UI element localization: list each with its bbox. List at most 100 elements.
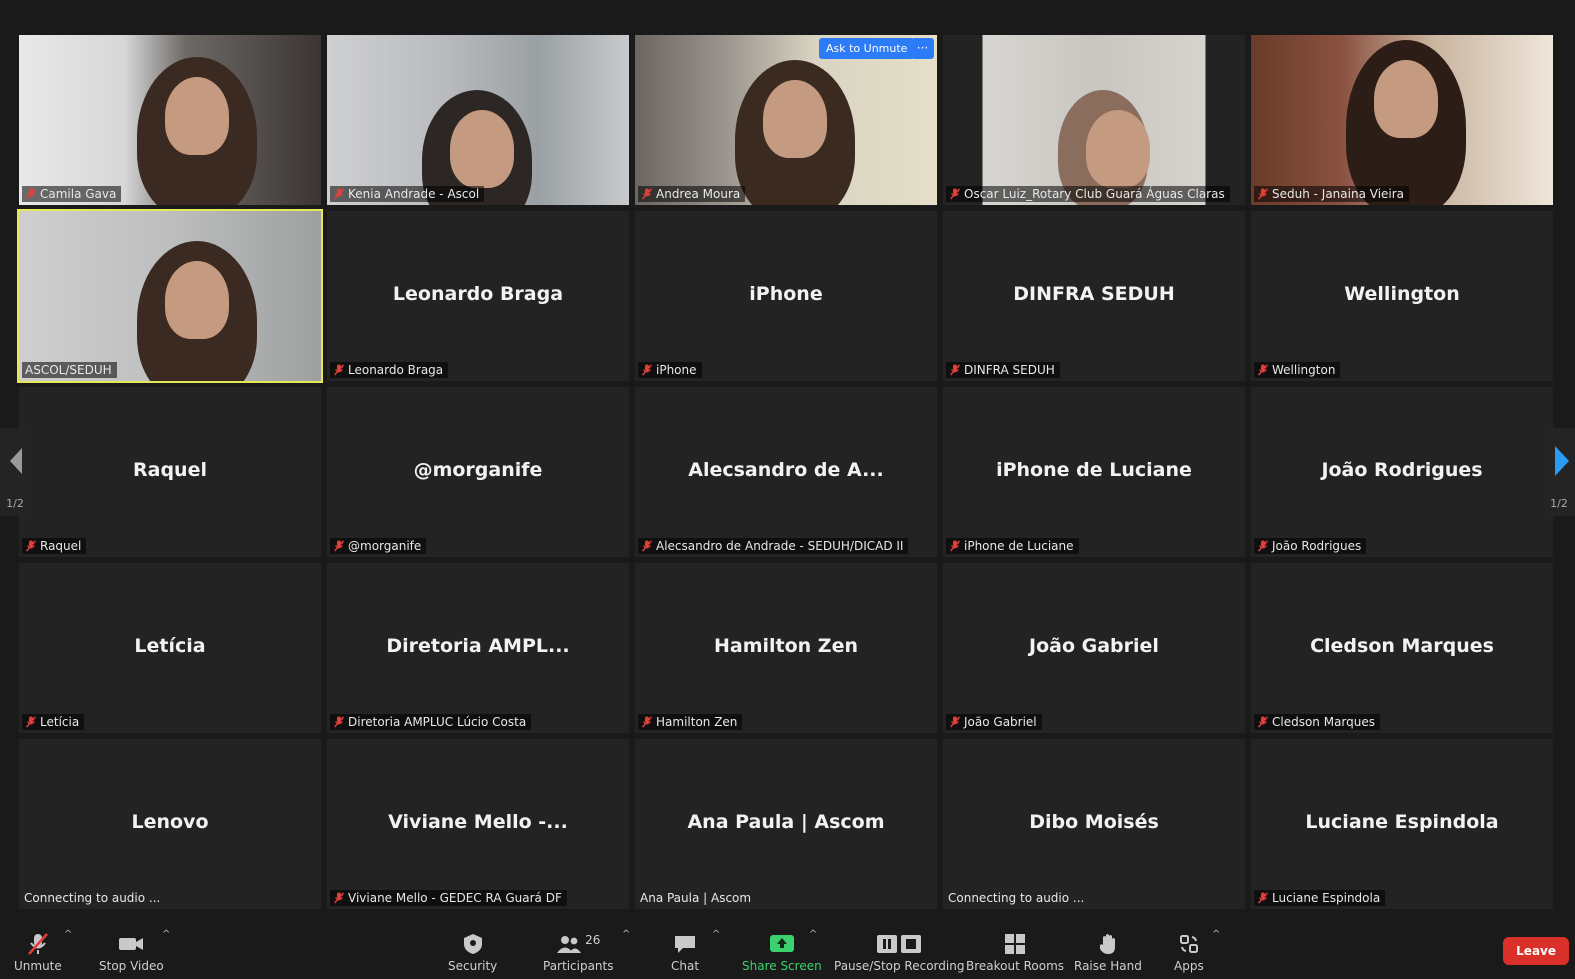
participant-name-label: Diretoria AMPLUC Lúcio Costa	[330, 714, 532, 730]
page-indicator-left: 1/2	[6, 497, 24, 510]
participant-name-label: @morganife	[330, 538, 427, 554]
participant-tile[interactable]: João Rodrigues João Rodrigues	[1251, 387, 1553, 557]
participant-name-text: Andrea Moura	[656, 187, 741, 201]
participant-name-label: Seduh - Janaina Vieira	[1254, 186, 1410, 202]
participant-name-text: ASCOL/SEDUH	[25, 363, 112, 377]
participant-display-name: iPhone	[749, 283, 823, 305]
mic-off-icon	[333, 188, 345, 200]
participants-count: 26	[585, 933, 601, 947]
unmute-button[interactable]: Unmute	[14, 933, 62, 973]
participant-name-label: Connecting to audio ...	[22, 890, 165, 906]
participant-face	[165, 77, 229, 155]
participant-tile[interactable]: João Gabriel João Gabriel	[943, 563, 1245, 733]
mic-off-icon	[641, 540, 653, 552]
participant-tile[interactable]: Dibo Moisés Connecting to audio ...	[943, 739, 1245, 909]
participant-name-label: Ana Paula | Ascom	[638, 890, 756, 906]
participants-options-caret[interactable]: ^	[622, 929, 630, 940]
breakout-rooms-button[interactable]: Breakout Rooms	[966, 933, 1064, 973]
participant-name-text: Hamilton Zen	[656, 715, 738, 729]
ask-to-unmute-button[interactable]: Ask to Unmute	[819, 38, 915, 59]
video-options-caret[interactable]: ^	[162, 929, 170, 940]
unmute-label: Unmute	[14, 959, 62, 973]
more-options-button[interactable]: ···	[911, 38, 934, 59]
shield-icon	[463, 934, 482, 954]
participant-name-text: João Gabriel	[964, 715, 1037, 729]
participant-tile[interactable]: Viviane Mello -... Viviane Mello - GEDEC …	[327, 739, 629, 909]
participant-name-label: Viviane Mello - GEDEC RA Guará DF	[330, 890, 567, 906]
participant-tile[interactable]: Raquel Raquel	[19, 387, 321, 557]
participants-button[interactable]: 26 Participants	[543, 933, 614, 973]
participant-tile[interactable]: Luciane Espindola Luciane Espindola	[1251, 739, 1553, 909]
participant-video-tile[interactable]: Camila Gava	[19, 35, 321, 205]
participant-name-text: Wellington	[1272, 363, 1336, 377]
video-feed	[1251, 35, 1553, 205]
share-options-caret[interactable]: ^	[809, 929, 817, 940]
participant-name-label: João Rodrigues	[1254, 538, 1367, 554]
participant-tile[interactable]: Ana Paula | Ascom Ana Paula | Ascom	[635, 739, 937, 909]
raise-hand-button[interactable]: Raise Hand	[1074, 933, 1142, 973]
raise-hand-label: Raise Hand	[1074, 959, 1142, 973]
participant-name-text: Alecsandro de Andrade - SEDUH/DICAD II	[656, 539, 904, 553]
participant-tile[interactable]: iPhone iPhone	[635, 211, 937, 381]
mic-off-icon	[25, 716, 37, 728]
security-label: Security	[448, 959, 498, 973]
people-icon	[557, 936, 582, 953]
participant-name-text: Leonardo Braga	[348, 363, 444, 377]
participant-tile[interactable]: Wellington Wellington	[1251, 211, 1553, 381]
mic-off-icon	[1257, 540, 1269, 552]
participant-name-text: Camila Gava	[40, 187, 117, 201]
next-page-button[interactable]: 1/2	[1543, 428, 1575, 516]
participant-name-text: @morganife	[348, 539, 422, 553]
participant-tile[interactable]: DINFRA SEDUH DINFRA SEDUH	[943, 211, 1245, 381]
prev-page-button[interactable]: 1/2	[0, 428, 30, 516]
chat-options-caret[interactable]: ^	[712, 929, 720, 940]
unmute-options-caret[interactable]: ^	[64, 929, 72, 940]
apps-button[interactable]: Apps	[1174, 933, 1204, 973]
participant-video-tile[interactable]: Kenia Andrade - Ascol	[327, 35, 629, 205]
participant-tile[interactable]: Alecsandro de A... Alecsandro de Andrade …	[635, 387, 937, 557]
mic-off-icon	[1257, 364, 1269, 376]
stop-video-button[interactable]: Stop Video	[99, 933, 164, 973]
participant-tile[interactable]: Hamilton Zen Hamilton Zen	[635, 563, 937, 733]
breakout-rooms-label: Breakout Rooms	[966, 959, 1065, 973]
leave-button[interactable]: Leave	[1503, 937, 1569, 965]
participant-name-label: Cledson Marques	[1254, 714, 1381, 730]
participant-name-label: iPhone de Luciane	[946, 538, 1079, 554]
participant-tile[interactable]: @morganife @morganife	[327, 387, 629, 557]
participant-video-tile[interactable]: Andrea Moura	[635, 35, 937, 205]
participant-name-text: Connecting to audio ...	[24, 891, 161, 905]
participant-display-name: Wellington	[1344, 283, 1460, 305]
apps-icon	[1179, 935, 1198, 953]
mic-off-icon	[333, 892, 345, 904]
participant-tile[interactable]: Lenovo Connecting to audio ...	[19, 739, 321, 909]
participant-tile[interactable]: Leonardo Braga Leonardo Braga	[327, 211, 629, 381]
participant-tile[interactable]: Cledson Marques Cledson Marques	[1251, 563, 1553, 733]
chat-bubble-icon	[675, 936, 696, 953]
security-button[interactable]: Security	[448, 933, 497, 973]
video-feed	[943, 35, 1245, 205]
participant-name-text: Connecting to audio ...	[948, 891, 1085, 905]
participant-tile[interactable]: Letícia Letícia	[19, 563, 321, 733]
participant-display-name: Luciane Espindola	[1305, 811, 1499, 833]
participant-video-tile[interactable]: Seduh - Janaina Vieira	[1251, 35, 1553, 205]
participant-name-label: Raquel	[22, 538, 87, 554]
participant-face	[165, 261, 229, 339]
mic-off-icon	[1257, 892, 1269, 904]
participant-tile[interactable]: Diretoria AMPL... Diretoria AMPLUC Lúcio …	[327, 563, 629, 733]
apps-options-caret[interactable]: ^	[1212, 929, 1220, 940]
participant-video-tile[interactable]: Oscar Luiz_Rotary Club Guará Águas Clara…	[943, 35, 1245, 205]
mic-off-icon	[949, 540, 961, 552]
participant-tile[interactable]: iPhone de Luciane iPhone de Luciane	[943, 387, 1245, 557]
video-feed	[19, 211, 321, 381]
participant-display-name: João Gabriel	[1029, 635, 1159, 657]
participant-name-label: Wellington	[1254, 362, 1341, 378]
participant-display-name: Viviane Mello -...	[388, 811, 568, 833]
participant-name-label: Alecsandro de Andrade - SEDUH/DICAD II	[638, 538, 909, 554]
participant-name-label: Hamilton Zen	[638, 714, 743, 730]
pause-stop-recording-button[interactable]: Pause/Stop Recording	[834, 933, 964, 973]
participant-name-label: Leonardo Braga	[330, 362, 449, 378]
chat-button[interactable]: Chat	[671, 933, 699, 973]
arrow-left-icon	[10, 448, 22, 474]
participant-video-tile[interactable]: ASCOL/SEDUH	[17, 209, 323, 383]
video-feed	[327, 35, 629, 205]
